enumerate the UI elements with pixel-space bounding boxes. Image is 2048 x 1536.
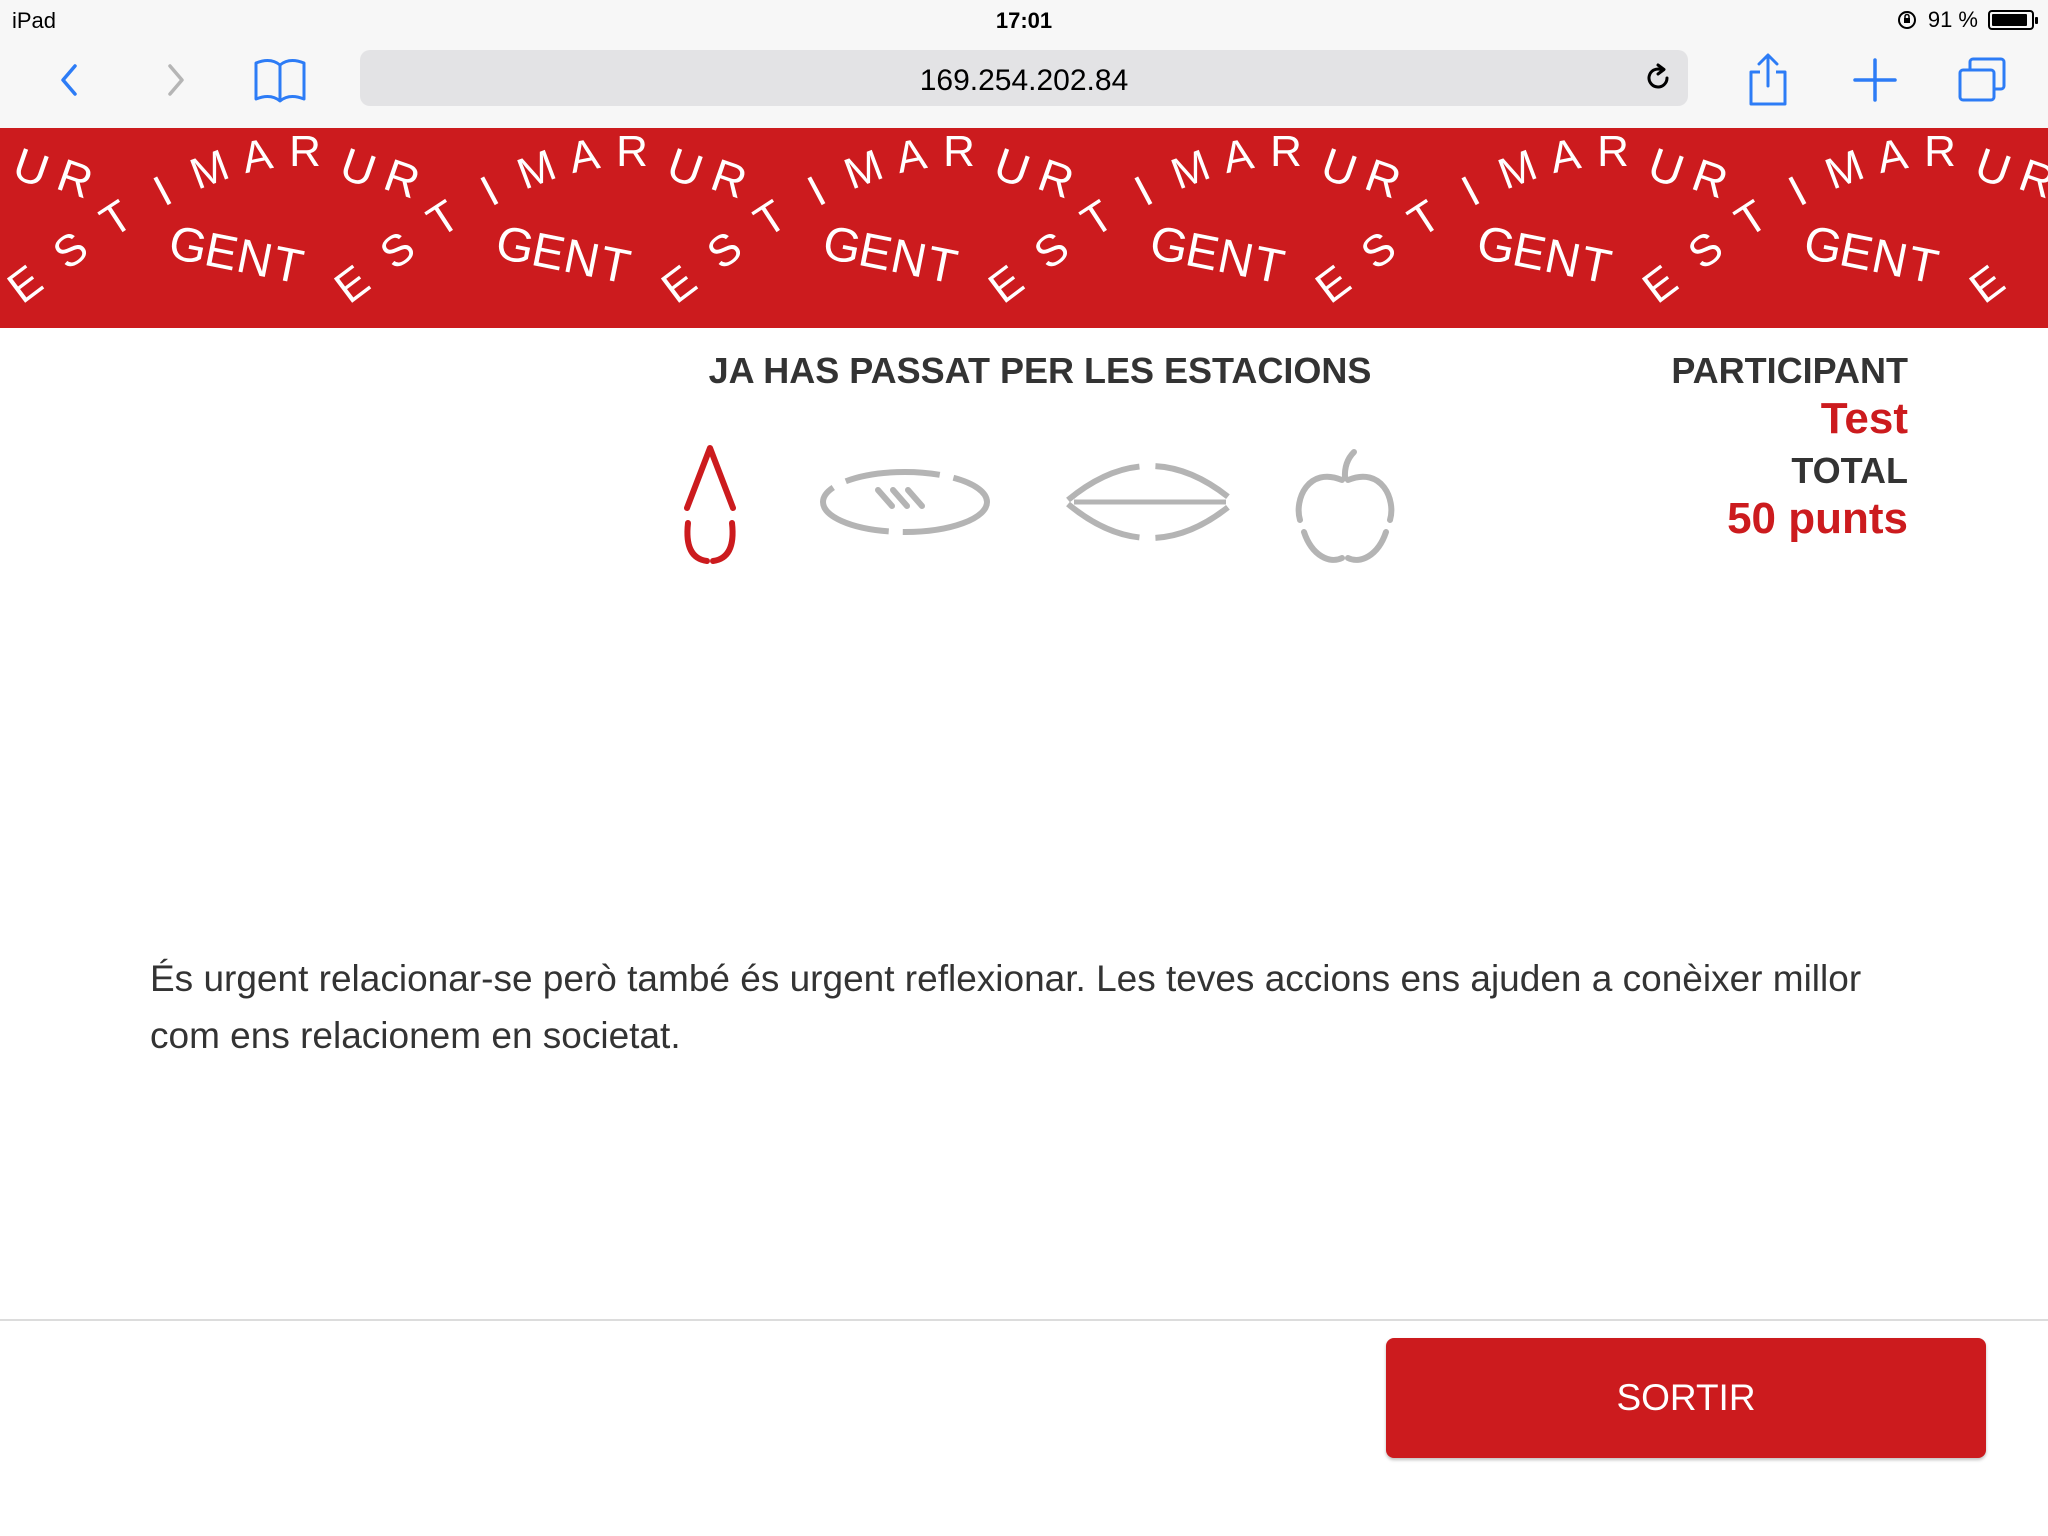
banner-letter-estimar: S (698, 222, 751, 279)
banner-letter-estimar: T (92, 191, 141, 247)
banner-letter-ur: R (705, 148, 754, 208)
banner-letter-ur: R (1686, 148, 1735, 208)
eye-icon (1066, 463, 1234, 541)
banner-letter-ur: R (1032, 148, 1081, 208)
banner-letter-estimar: E (1634, 256, 1687, 313)
orientation-lock-icon (1897, 11, 1916, 29)
banner-letter-estimar: R (1924, 128, 1956, 176)
new-tab-icon[interactable] (1845, 50, 1905, 110)
banner-letter-estimar: T (1073, 191, 1122, 247)
tabs-icon[interactable] (1952, 50, 2012, 110)
battery-percent: 91 % (1927, 7, 1978, 32)
banner-letter-estimar: R (616, 128, 648, 176)
banner-letter-ur: U (1642, 137, 1691, 197)
banner-letter-estimar: E (980, 256, 1033, 313)
banner-letter-estimar: E (653, 256, 706, 313)
footer-divider (0, 1319, 2048, 1321)
banner-letter-estimar: I (1781, 167, 1815, 216)
banner-letter-estimar: I (1127, 167, 1161, 216)
banner-letter-ur: R (51, 148, 100, 208)
banner-letter-ur: R (1359, 148, 1408, 208)
banner-letter-estimar: T (419, 191, 468, 247)
participant-name: Test (1820, 394, 1908, 443)
banner-letter-estimar: I (1454, 167, 1488, 216)
clock: 17:01 (995, 8, 1053, 33)
banner-letter-estimar: T (1727, 191, 1776, 247)
banner-letter-estimar: R (1270, 128, 1302, 176)
banner-letter-ur: U (334, 137, 383, 197)
banner-letter-estimar: A (565, 129, 604, 183)
banner-letter-estimar: I (146, 167, 180, 216)
banner-lettering: UREST I M A RGENTUREST I M A RGENTUREST I M A RGENTU… (0, 128, 2048, 313)
address-bar[interactable]: 169.254.202.84 (360, 50, 1688, 106)
banner-letter-ur: U (1315, 137, 1364, 197)
banner-letter-estimar: M (184, 140, 236, 199)
banner-letter-ur: R (2013, 148, 2048, 208)
banner-letter-estimar: A (1219, 129, 1258, 183)
banner-letter-estimar: M (838, 140, 890, 199)
banner-letter-estimar: M (511, 140, 563, 199)
banner-letter-estimar: I (473, 167, 507, 216)
total-label: TOTAL (1791, 450, 1908, 491)
banner-letter-estimar: M (1165, 140, 1217, 199)
browser-toolbar: 169.254.202.84 (0, 40, 2048, 129)
banner-letter-estimar: A (892, 129, 931, 183)
banner-letter-estimar: R (943, 128, 975, 176)
banner-letter-ur: U (988, 137, 1037, 197)
banner-letter-estimar: A (1873, 129, 1912, 183)
banner-letter-estimar: E (0, 256, 52, 313)
forward-icon[interactable] (145, 50, 205, 110)
banner-letter-estimar: T (1400, 191, 1449, 247)
banner-letter-estimar: M (1492, 140, 1544, 199)
banner-letter-estimar: S (1679, 222, 1732, 279)
exit-button[interactable]: SORTIR (1386, 1338, 1986, 1458)
banner-letter-estimar: E (1961, 256, 2014, 313)
banner-letter-ur: U (661, 137, 710, 197)
bookmarks-icon[interactable] (250, 50, 310, 110)
banner-letter-estimar: S (371, 222, 424, 279)
banner-letter-estimar: A (238, 129, 277, 183)
bread-icon (820, 469, 990, 535)
message-text: És urgent relacionar-se però també és ur… (150, 958, 1862, 1056)
banner-letter-estimar: E (326, 256, 379, 313)
url-text: 169.254.202.84 (919, 64, 1129, 97)
banner-letter-estimar: M (1819, 140, 1871, 199)
banner-letter-ur: U (7, 137, 56, 197)
banner-letter-estimar: E (1307, 256, 1360, 313)
banner-letter-estimar: A (1546, 129, 1585, 183)
banner-letter-ur: R (378, 148, 427, 208)
banner-letter-estimar: R (1597, 128, 1629, 176)
banner-letter-estimar: S (44, 222, 97, 279)
banner-letter-ur: U (1969, 137, 2018, 197)
share-icon[interactable] (1738, 50, 1798, 110)
banner-letter-estimar: R (289, 128, 321, 176)
apple-icon (1295, 449, 1395, 563)
drop-icon (684, 445, 736, 564)
battery-icon (1988, 10, 2038, 30)
banner-letter-estimar: T (746, 191, 795, 247)
banner: URESTIMARGENTURESTIMARGENTURESTIMARGENTU… (0, 128, 2048, 328)
stations-title: JA HAS PASSAT PER LES ESTACIONS (708, 350, 1372, 391)
status-right: 91 % (1896, 6, 2038, 34)
total-points: 50 punts (1727, 494, 1908, 543)
participant-label: PARTICIPANT (1671, 350, 1908, 391)
back-icon[interactable] (40, 50, 100, 110)
banner-letter-estimar: S (1352, 222, 1405, 279)
reload-icon[interactable] (1642, 62, 1674, 94)
banner-letter-estimar: S (1025, 222, 1078, 279)
stations-list (640, 440, 1440, 570)
banner-letter-estimar: I (800, 167, 834, 216)
status-bar: iPad 17:01 91 % (0, 0, 2048, 40)
